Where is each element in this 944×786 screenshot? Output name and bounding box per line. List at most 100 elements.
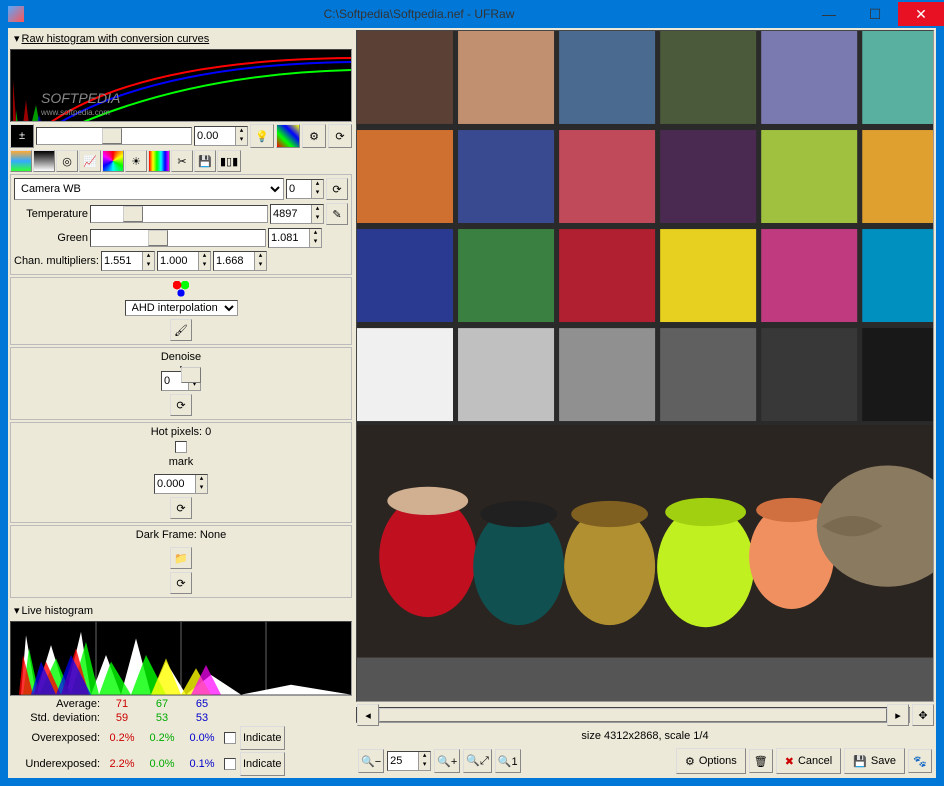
exposure-slider[interactable] — [36, 127, 192, 145]
preview-image — [357, 31, 933, 658]
gear-icon: ⚙ — [309, 130, 319, 143]
zoom-in-button[interactable]: 🔍+ — [434, 749, 460, 773]
delete-button[interactable]: 🗑 — [749, 749, 773, 773]
wb-preset-combo[interactable]: Camera WB — [14, 178, 284, 200]
darkframe-label: Dark Frame: None — [136, 529, 226, 541]
chan3-spin[interactable]: ▴▾ — [213, 251, 267, 271]
brush-icon: 🖌 — [174, 324, 188, 337]
std-label: Std. deviation: — [10, 712, 100, 724]
status-bar: size 4312x2868, scale 1/4 — [356, 728, 934, 744]
basecurve-tab[interactable]: 📈 — [79, 150, 101, 172]
spin-up-icon[interactable]: ▴ — [235, 127, 247, 136]
under-row: Underexposed: 2.2% 0.0% 0.1% Indicate — [10, 752, 352, 776]
eyedropper-button[interactable]: ✎ — [326, 203, 348, 225]
avg-label: Average: — [10, 698, 100, 710]
std-row: Std. deviation: 59 53 53 — [10, 712, 352, 724]
save-button[interactable]: 💾Save — [844, 748, 905, 774]
clip-button[interactable] — [276, 124, 300, 148]
under-indicate-button[interactable]: Indicate — [240, 752, 285, 776]
mark-checkbox[interactable] — [175, 441, 187, 453]
wb-tab[interactable] — [10, 150, 32, 172]
gear-icon: ⚙ — [685, 755, 695, 768]
options-button[interactable]: ⚙Options — [676, 748, 746, 774]
crop-icon: ✂ — [177, 155, 186, 168]
crop-tab[interactable]: ✂ — [171, 150, 193, 172]
green-slider[interactable] — [90, 229, 266, 247]
avg-row: Average: 71 67 65 — [10, 698, 352, 710]
barcode-icon: ▮▯▮ — [220, 155, 238, 168]
gimp-button[interactable]: 🐾 — [908, 749, 932, 773]
raw-histogram-title: Raw histogram with conversion curves — [22, 33, 210, 45]
raw-histogram: SOFTPEDIA www.softpedia.com — [10, 49, 352, 122]
wb-reset-button[interactable]: ⟳ — [326, 178, 348, 200]
temperature-spin[interactable]: ▴▾ — [270, 204, 324, 224]
scroll-right-icon[interactable]: ▸ — [887, 704, 909, 726]
cancel-button[interactable]: ✖Cancel — [776, 748, 841, 774]
zoom-out-button[interactable]: 🔍− — [358, 749, 384, 773]
lightness-tab[interactable]: ☀ — [125, 150, 147, 172]
lens-icon: ◎ — [62, 155, 72, 168]
auto-exposure-button[interactable]: ⚙ — [302, 124, 326, 148]
right-panel: ◂ ▸ ✥ size 4312x2868, scale 1/4 🔍− ▴▾ 🔍+… — [354, 28, 936, 778]
content-area: ▾ Raw histogram with conversion curves S… — [8, 28, 936, 778]
under-label: Underexposed: — [10, 758, 100, 770]
scroll-left-icon[interactable]: ◂ — [357, 704, 379, 726]
restore-button[interactable]: 💡 — [250, 124, 274, 148]
interpolation-button[interactable]: 🖌 — [170, 319, 192, 341]
over-indicate-checkbox[interactable] — [224, 732, 236, 744]
denoise-slider[interactable] — [180, 366, 182, 368]
sun-icon: ☀ — [131, 155, 141, 168]
live-histogram — [10, 621, 352, 696]
exposure-value[interactable] — [195, 127, 235, 145]
move-icon[interactable]: ✥ — [912, 704, 934, 726]
minimize-button[interactable]: — — [806, 2, 852, 26]
trash-icon: 🗑 — [754, 755, 768, 768]
darkframe-reset-button[interactable]: ⟳ — [170, 572, 192, 594]
spin-down-icon[interactable]: ▾ — [235, 136, 247, 145]
hotpixels-spin[interactable]: ▴▾ — [154, 474, 208, 494]
zoom-fit-button[interactable]: 🔍⤢ — [463, 749, 492, 773]
save-tab[interactable]: 💾 — [194, 150, 216, 172]
reset-exposure-button[interactable]: ⟳ — [328, 124, 352, 148]
preview-area[interactable] — [356, 30, 934, 702]
chan1-spin[interactable]: ▴▾ — [101, 251, 155, 271]
maximize-button[interactable]: ☐ — [852, 2, 898, 26]
zoom-100-button[interactable]: 🔍1 — [495, 749, 521, 773]
zoom-spin[interactable]: ▴▾ — [387, 751, 431, 771]
interpolation-combo[interactable]: AHD interpolation — [125, 300, 238, 316]
green-spin[interactable]: ▴▾ — [268, 228, 322, 248]
bottom-toolbar: 🔍− ▴▾ 🔍+ 🔍⤢ 🔍1 ⚙Options 🗑 ✖Cancel 💾Save … — [356, 746, 934, 776]
hotpixels-label: Hot pixels: 0 — [151, 426, 212, 438]
exposure-spin[interactable]: ▴▾ — [194, 126, 248, 146]
darkframe-section: Dark Frame: None 📁 ⟳ — [10, 525, 352, 598]
grayscale-tab[interactable] — [33, 150, 55, 172]
darkframe-open-button[interactable]: 📁 — [170, 547, 192, 569]
denoise-section: Denoise ▴▾ ⟳ — [10, 347, 352, 420]
refresh-icon: ⟳ — [176, 502, 185, 515]
color-tab[interactable] — [102, 150, 124, 172]
zoom-fit-icon: 🔍⤢ — [466, 754, 489, 768]
under-indicate-checkbox[interactable] — [224, 758, 236, 770]
scrollbar-row: ◂ ▸ ✥ — [356, 704, 934, 726]
zoom-in-icon: 🔍+ — [437, 755, 457, 768]
chan2-spin[interactable]: ▴▾ — [157, 251, 211, 271]
exposure-row: ± ▴▾ 💡 ⚙ ⟳ — [10, 124, 352, 148]
zoom-out-icon: 🔍− — [361, 755, 381, 768]
close-button[interactable]: ✕ — [898, 2, 944, 26]
raw-histogram-header[interactable]: ▾ Raw histogram with conversion curves — [10, 30, 352, 47]
hotpixels-section: Hot pixels: 0 mark ▴▾ ⟳ — [10, 422, 352, 523]
lens-tab[interactable]: ◎ — [56, 150, 78, 172]
over-indicate-button[interactable]: Indicate — [240, 726, 285, 750]
exif-tab[interactable]: ▮▯▮ — [217, 150, 241, 172]
cancel-icon: ✖ — [785, 755, 794, 768]
left-panel: ▾ Raw histogram with conversion curves S… — [8, 28, 354, 778]
refresh-icon: ⟳ — [332, 183, 341, 196]
h-scrollbar[interactable]: ◂ ▸ — [356, 707, 910, 723]
denoise-reset-button[interactable]: ⟳ — [170, 394, 192, 416]
wb-preset-spin[interactable]: ▴▾ — [286, 179, 324, 199]
luminosity-tab[interactable] — [148, 150, 170, 172]
temperature-slider[interactable] — [90, 205, 268, 223]
hotpixels-reset-button[interactable]: ⟳ — [170, 497, 192, 519]
exposure-mode-button[interactable]: ± — [10, 124, 34, 148]
live-histogram-header[interactable]: ▾ Live histogram — [10, 602, 352, 619]
